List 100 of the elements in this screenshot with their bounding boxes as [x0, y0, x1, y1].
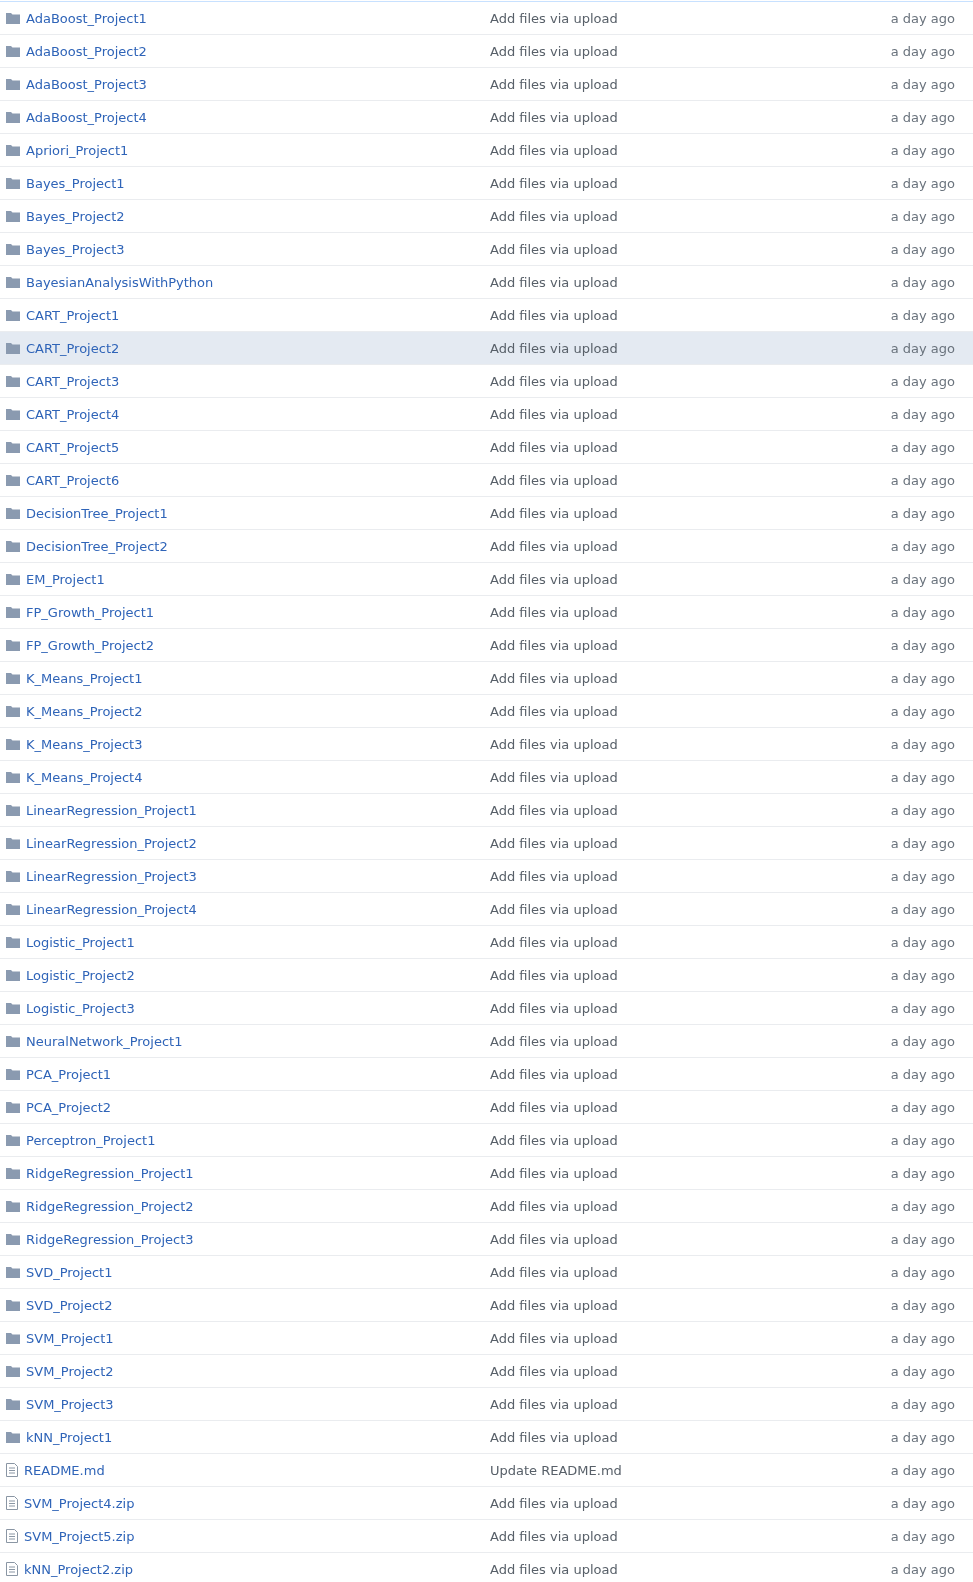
file-name-link[interactable]: CART_Project6 [26, 472, 120, 488]
commit-message[interactable]: Add files via upload [490, 43, 618, 59]
file-name-link[interactable]: Apriori_Project1 [26, 142, 129, 158]
commit-message[interactable]: Add files via upload [490, 736, 618, 752]
file-name-link[interactable]: RidgeRegression_Project2 [26, 1198, 194, 1214]
commit-message[interactable]: Add files via upload [490, 835, 618, 851]
commit-message[interactable]: Add files via upload [490, 1132, 618, 1148]
file-name-link[interactable]: LinearRegression_Project4 [26, 901, 197, 917]
commit-message[interactable]: Add files via upload [490, 439, 618, 455]
file-name-link[interactable]: LinearRegression_Project3 [26, 868, 197, 884]
file-name-link[interactable]: CART_Project5 [26, 439, 120, 455]
file-name-link[interactable]: FP_Growth_Project1 [26, 604, 155, 620]
commit-message[interactable]: Add files via upload [490, 241, 618, 257]
commit-message[interactable]: Add files via upload [490, 1231, 618, 1247]
commit-message[interactable]: Add files via upload [490, 1198, 618, 1214]
file-name-link[interactable]: Bayes_Project3 [26, 241, 125, 257]
commit-message[interactable]: Add files via upload [490, 1561, 618, 1577]
commit-age: a day ago [890, 505, 956, 521]
commit-message[interactable]: Add files via upload [490, 274, 618, 290]
commit-message[interactable]: Add files via upload [490, 1165, 618, 1181]
file-name-link[interactable]: SVM_Project2 [26, 1363, 114, 1379]
commit-message[interactable]: Add files via upload [490, 1363, 618, 1379]
commit-message[interactable]: Add files via upload [490, 769, 618, 785]
file-name-link[interactable]: kNN_Project2.zip [24, 1561, 134, 1577]
file-name-link[interactable]: SVM_Project1 [26, 1330, 114, 1346]
commit-message[interactable]: Add files via upload [490, 10, 618, 26]
file-name-link[interactable]: RidgeRegression_Project3 [26, 1231, 194, 1247]
file-name-link[interactable]: Bayes_Project1 [26, 175, 125, 191]
commit-message[interactable]: Add files via upload [490, 538, 618, 554]
commit-message[interactable]: Add files via upload [490, 901, 618, 917]
commit-message[interactable]: Add files via upload [490, 934, 618, 950]
file-name-link[interactable]: SVM_Project4.zip [24, 1495, 135, 1511]
commit-message[interactable]: Update README.md [490, 1462, 622, 1478]
commit-message[interactable]: Add files via upload [490, 175, 618, 191]
file-name-link[interactable]: CART_Project3 [26, 373, 120, 389]
commit-message[interactable]: Add files via upload [490, 802, 618, 818]
file-name-link[interactable]: LinearRegression_Project1 [26, 802, 197, 818]
commit-message[interactable]: Add files via upload [490, 208, 618, 224]
commit-message[interactable]: Add files via upload [490, 1099, 618, 1115]
commit-message[interactable]: Add files via upload [490, 967, 618, 983]
file-name-link[interactable]: AdaBoost_Project2 [26, 43, 147, 59]
commit-message[interactable]: Add files via upload [490, 472, 618, 488]
file-name-link[interactable]: DecisionTree_Project1 [26, 505, 168, 521]
file-name-link[interactable]: README.md [24, 1462, 105, 1478]
file-name-link[interactable]: AdaBoost_Project1 [26, 10, 147, 26]
file-name-link[interactable]: DecisionTree_Project2 [26, 538, 168, 554]
file-name-link[interactable]: CART_Project4 [26, 406, 120, 422]
file-name-link[interactable]: PCA_Project1 [26, 1066, 112, 1082]
commit-message[interactable]: Add files via upload [490, 406, 618, 422]
file-name-link[interactable]: Bayes_Project2 [26, 208, 125, 224]
commit-message[interactable]: Add files via upload [490, 868, 618, 884]
file-name-link[interactable]: SVD_Project2 [26, 1297, 113, 1313]
file-name-link[interactable]: Perceptron_Project1 [26, 1132, 156, 1148]
file-name-link[interactable]: K_Means_Project2 [26, 703, 143, 719]
file-name-link[interactable]: LinearRegression_Project2 [26, 835, 197, 851]
commit-message[interactable]: Add files via upload [490, 505, 618, 521]
file-name-link[interactable]: PCA_Project2 [26, 1099, 112, 1115]
file-name-link[interactable]: K_Means_Project4 [26, 769, 143, 785]
commit-message[interactable]: Add files via upload [490, 1429, 618, 1445]
commit-message[interactable]: Add files via upload [490, 340, 618, 356]
commit-message[interactable]: Add files via upload [490, 1033, 618, 1049]
commit-message[interactable]: Add files via upload [490, 142, 618, 158]
file-name-link[interactable]: AdaBoost_Project4 [26, 109, 147, 125]
file-name-link[interactable]: EM_Project1 [26, 571, 105, 587]
commit-message[interactable]: Add files via upload [490, 307, 618, 323]
file-name-link[interactable]: Logistic_Project3 [26, 1000, 135, 1016]
commit-message[interactable]: Add files via upload [490, 571, 618, 587]
file-name-link[interactable]: Logistic_Project1 [26, 934, 135, 950]
commit-age: a day ago [890, 43, 956, 59]
commit-message[interactable]: Add files via upload [490, 1066, 618, 1082]
file-name-link[interactable]: SVM_Project3 [26, 1396, 114, 1412]
file-name-link[interactable]: CART_Project1 [26, 307, 120, 323]
commit-message[interactable]: Add files via upload [490, 1297, 618, 1313]
commit-message[interactable]: Add files via upload [490, 1396, 618, 1412]
file-name-link[interactable]: Logistic_Project2 [26, 967, 135, 983]
commit-message[interactable]: Add files via upload [490, 373, 618, 389]
commit-message[interactable]: Add files via upload [490, 604, 618, 620]
file-name-link[interactable]: K_Means_Project1 [26, 670, 143, 686]
commit-message[interactable]: Add files via upload [490, 703, 618, 719]
file-name-link[interactable]: SVM_Project5.zip [24, 1528, 135, 1544]
folder-icon [6, 771, 20, 783]
file-name-link[interactable]: RidgeRegression_Project1 [26, 1165, 194, 1181]
commit-message[interactable]: Add files via upload [490, 1330, 618, 1346]
file-name-link[interactable]: FP_Growth_Project2 [26, 637, 155, 653]
file-name-link[interactable]: BayesianAnalysisWithPython [26, 274, 214, 290]
commit-message[interactable]: Add files via upload [490, 1264, 618, 1280]
file-name-link[interactable]: kNN_Project1 [26, 1429, 113, 1445]
file-name-link[interactable]: AdaBoost_Project3 [26, 76, 147, 92]
file-name-link[interactable]: K_Means_Project3 [26, 736, 143, 752]
file-name-link[interactable]: CART_Project2 [26, 340, 120, 356]
file-name-link[interactable]: SVD_Project1 [26, 1264, 113, 1280]
commit-message[interactable]: Add files via upload [490, 1495, 618, 1511]
commit-message[interactable]: Add files via upload [490, 637, 618, 653]
file-row[interactable]: CART_Project2 Add files via upload a day ago [0, 331, 973, 364]
commit-message[interactable]: Add files via upload [490, 109, 618, 125]
commit-message[interactable]: Add files via upload [490, 76, 618, 92]
commit-message[interactable]: Add files via upload [490, 670, 618, 686]
file-name-link[interactable]: NeuralNetwork_Project1 [26, 1033, 183, 1049]
commit-message[interactable]: Add files via upload [490, 1528, 618, 1544]
commit-message[interactable]: Add files via upload [490, 1000, 618, 1016]
